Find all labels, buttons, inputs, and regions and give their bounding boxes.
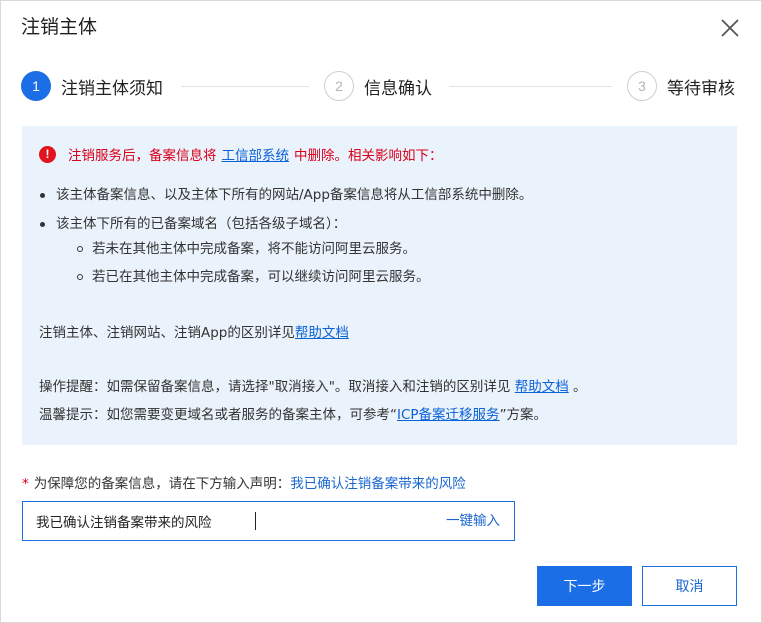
step-connector — [181, 86, 309, 87]
cancel-button[interactable]: 取消 — [642, 566, 737, 606]
statement-phrase: 我已确认注销备案带来的风险 — [290, 476, 466, 492]
statement-text: 为保障您的备案信息，请在下方输入声明： — [33, 476, 291, 492]
text-caret — [255, 512, 256, 530]
statement-label: * 为保障您的备案信息，请在下方输入声明：我已确认注销备案带来的风险 — [22, 472, 466, 492]
tip-prefix: 温馨提示：如您需要变更域名或者服务的备案主体，可参考“ — [39, 407, 397, 423]
statement-input[interactable] — [23, 502, 423, 540]
reminder-end: 。 — [573, 379, 587, 395]
warning-line: ! 注销服务后，备案信息将 工信部系统 中删除。相关影响如下： — [39, 144, 443, 164]
step-2-number: 2 — [324, 71, 354, 101]
sub-bullet-item: 若已在其他主体中完成备案，可以继续访问阿里云服务。 — [92, 269, 430, 285]
sub-bullet-ring — [77, 246, 83, 252]
step-3-label: 等待审核 — [667, 78, 735, 99]
bullet-item: 该主体下所有的已备案域名（包括各级子域名）： — [56, 216, 347, 232]
step-3-number: 3 — [627, 71, 657, 101]
bullet-dot — [40, 193, 45, 198]
icp-migration-link[interactable]: ICP备案迁移服务 — [397, 407, 500, 423]
bullet-item: 该主体备案信息、以及主体下所有的网站/App备案信息将从工信部系统中删除。 — [56, 187, 533, 203]
tip-suffix: ”方案。 — [499, 407, 548, 423]
step-1-number: 1 — [21, 71, 51, 101]
step-3: 3 等待审核 — [627, 71, 735, 101]
required-mark: * — [22, 476, 29, 492]
close-icon[interactable] — [719, 17, 741, 39]
miit-system-link[interactable]: 工信部系统 — [222, 144, 290, 164]
notice-panel: ! 注销服务后，备案信息将 工信部系统 中删除。相关影响如下： 该主体备案信息、… — [22, 126, 737, 445]
step-connector — [449, 86, 612, 87]
reminder-text: 操作提醒：如需保留备案信息，请选择"取消接入"。取消接入和注销的区别详见 — [39, 379, 511, 395]
difference-text: 注销主体、注销网站、注销App的区别详见 — [39, 325, 295, 341]
dialog-title: 注销主体 — [21, 16, 98, 38]
help-doc-link[interactable]: 帮助文档 — [295, 325, 349, 341]
sub-bullet-item: 若未在其他主体中完成备案，将不能访问阿里云服务。 — [92, 241, 416, 257]
next-step-button[interactable]: 下一步 — [537, 566, 632, 606]
step-1: 1 注销主体须知 — [21, 71, 163, 101]
reminder-line: 操作提醒：如需保留备案信息，请选择"取消接入"。取消接入和注销的区别详见 帮助文… — [39, 377, 587, 397]
bullet-dot — [40, 222, 45, 227]
warning-suffix: 中删除。相关影响如下： — [294, 148, 443, 164]
one-click-fill-button[interactable]: 一键输入 — [446, 502, 500, 540]
warning-prefix: 注销服务后，备案信息将 — [68, 148, 217, 164]
tip-line: 温馨提示：如您需要变更域名或者服务的备案主体，可参考“ICP备案迁移服务”方案。 — [39, 405, 547, 425]
difference-line: 注销主体、注销网站、注销App的区别详见帮助文档 — [39, 323, 349, 343]
help-doc-link[interactable]: 帮助文档 — [515, 379, 569, 395]
step-2-label: 信息确认 — [364, 78, 432, 99]
step-2: 2 信息确认 — [324, 71, 432, 101]
step-1-label: 注销主体须知 — [61, 78, 163, 99]
sub-bullet-ring — [77, 274, 83, 280]
statement-input-box[interactable]: 一键输入 — [22, 501, 515, 541]
exclamation-icon: ! — [39, 145, 56, 163]
cancel-entity-dialog: 注销主体 1 注销主体须知 2 信息确认 3 等待审核 ! 注销服务后，备案信息… — [0, 0, 762, 623]
